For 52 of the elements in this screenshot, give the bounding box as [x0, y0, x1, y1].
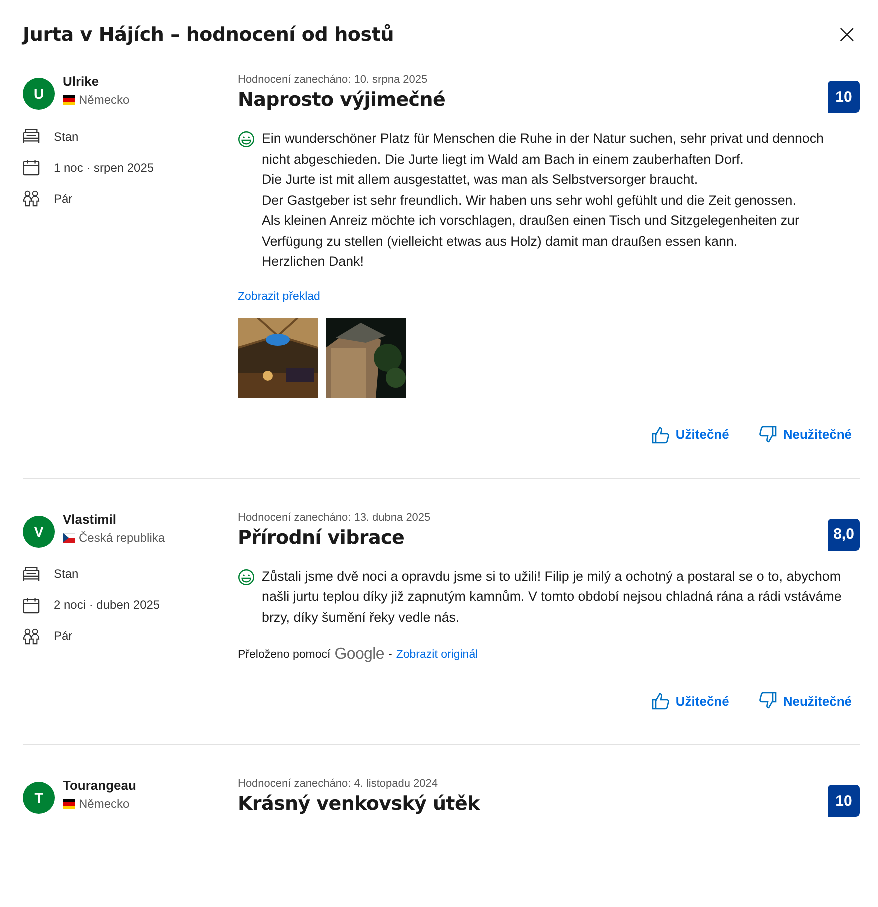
review-title: Krásný venkovský útěk: [238, 793, 480, 815]
translated-by-label: Přeloženo pomocí: [238, 649, 331, 661]
smiley-icon: [238, 131, 255, 148]
avatar: U: [23, 78, 55, 110]
stay-detail: Pár: [54, 192, 73, 206]
review-title: Přírodní vibrace: [238, 526, 406, 548]
review-date: Hodnocení zanecháno: 4. listopadu 2024: [238, 778, 439, 790]
country-name: Česká republika: [79, 530, 166, 544]
stay-detail: 1 noc · srpen 2025: [54, 160, 154, 174]
reviewer-name: Ulrike: [63, 74, 100, 89]
helpful-button[interactable]: Užitečné: [644, 422, 738, 448]
close-button[interactable]: ×: [834, 24, 860, 46]
provider-logo: Google: [334, 646, 384, 664]
dialog-title: Jurta v Hájích – hodnocení od hostů: [23, 24, 394, 46]
thumbs-up-icon: [652, 692, 670, 710]
reviewer-name: Vlastimil: [63, 512, 118, 526]
translation-link[interactable]: Zobrazit překlad: [238, 290, 320, 302]
people-icon: [23, 190, 40, 207]
bed-icon: [23, 566, 40, 582]
score-badge: 10: [828, 81, 860, 113]
avatar: T: [23, 782, 55, 814]
thumbs-up-icon: [652, 426, 670, 444]
stay-detail: Pár: [54, 629, 73, 643]
review-text: Zůstali jsme dvě noci a opravdu jsme si to užili! Filip je milý a ochotný a postaral se o to, abychom našli jurtu teplou díky již zapnutým kamnům. V tomto období nejsou chladná rána a rádi vstáváme brzy, díky šumění řeky vedle nás.: [262, 568, 843, 627]
avatar: V: [23, 516, 55, 548]
score-badge: 10: [828, 785, 860, 817]
country-name: Německo: [79, 797, 130, 811]
thumbs-down-icon: [759, 426, 778, 444]
unhelpful-button[interactable]: Neužitečné: [751, 422, 860, 448]
reviewer-name: Tourangeau: [63, 778, 136, 793]
unhelpful-button[interactable]: Neužitečné: [751, 688, 860, 714]
separator: -: [388, 649, 392, 661]
thumbs-down-icon: [759, 692, 778, 710]
flag-icon: [63, 532, 75, 542]
score-badge: 8,0: [828, 518, 860, 550]
review-text: Ein wunderschöner Platz für Menschen die Ruhe in der Natur suchen, sehr privat und dennoch nicht abgeschieden. Die Jurte liegt im Wald am Bach in einem zauberhaften Dorf. Die Jurte ist mit allem ausgestattet, was man als Selbstversorger braucht. Der Gastgeber ist sehr freundlich. Wir haben uns sehr wohl gefühlt und die Zeit genossen. Als kleinen Anreiz möchte ich vorschlagen, draußen einen Tisch und Sitzgelegenheiten zur Verfügung zu stellen (vielleicht etwas aus Holz) damit man draußen essen kann. Herzlichen Dank!: [262, 130, 825, 271]
calendar-icon: [23, 596, 40, 614]
country-name: Německo: [79, 93, 130, 107]
stay-detail: Stan: [54, 567, 79, 581]
people-icon: [23, 628, 40, 644]
smiley-icon: [238, 568, 255, 586]
flag-icon: [63, 799, 75, 809]
calendar-icon: [23, 159, 40, 176]
bed-icon: [23, 128, 40, 145]
translation-link[interactable]: Zobrazit originál: [396, 649, 478, 661]
stay-detail: 2 noci · duben 2025: [54, 598, 160, 612]
review-title: Naprosto výjimečné: [238, 89, 446, 111]
helpful-button[interactable]: Užitečné: [644, 688, 738, 714]
review-date: Hodnocení zanecháno: 13. dubna 2025: [238, 512, 431, 524]
flag-icon: [63, 95, 75, 105]
stay-detail: Stan: [54, 130, 79, 144]
review-date: Hodnocení zanecháno: 10. srpna 2025: [238, 74, 429, 86]
